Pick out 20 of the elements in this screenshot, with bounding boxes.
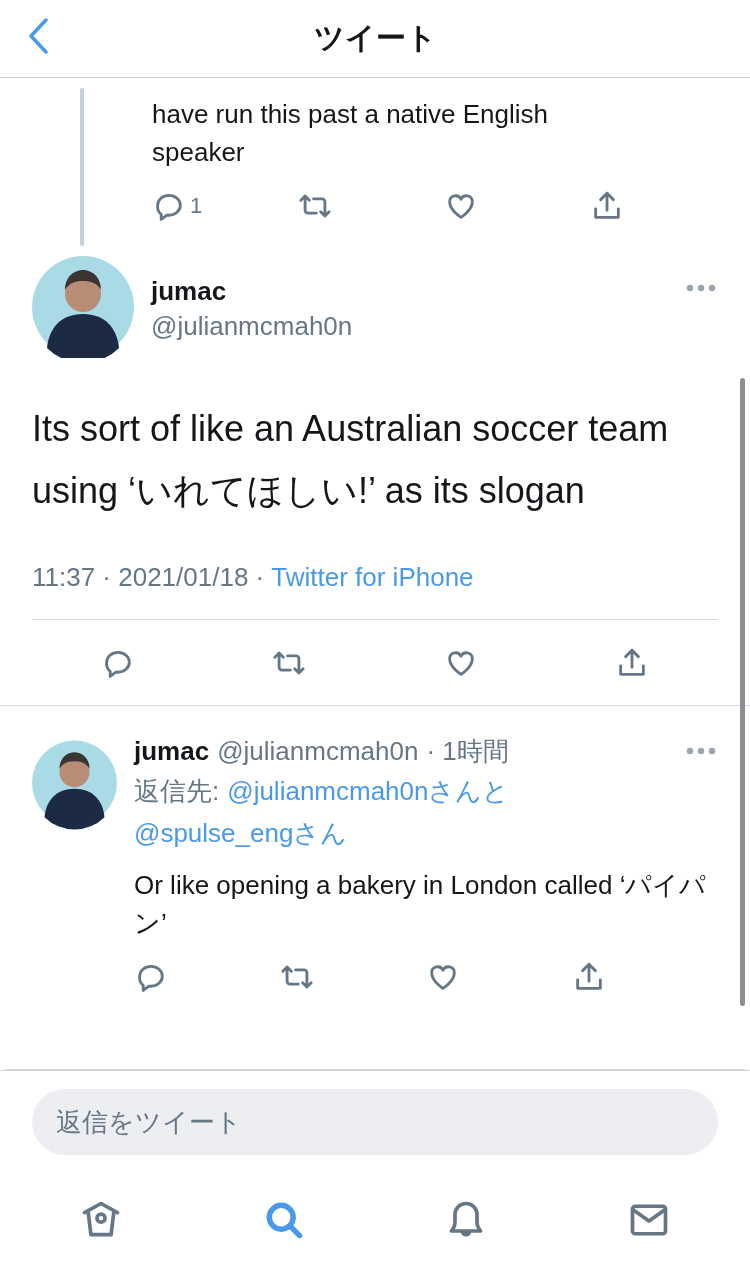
tweet-text: Or like opening a bakery in London called ‘パイパン’ [134, 869, 708, 940]
reply-count: 1 [190, 193, 203, 219]
avatar[interactable] [32, 256, 134, 358]
more-icon[interactable] [686, 747, 716, 755]
display-name[interactable]: jumac [151, 274, 669, 308]
screen-title: ツイート [313, 20, 437, 56]
tweet-text: have run this past a native English speaker [152, 98, 550, 169]
tweet-text: Its sort of like an Australian soccer team using ‘いれてほしい!’ as its slogan [32, 407, 670, 513]
more-icon[interactable] [686, 284, 716, 292]
source-link[interactable]: Twitter for iPhone [271, 562, 474, 593]
display-name[interactable]: jumac [134, 732, 210, 770]
reply-field[interactable]: 返信をツイート [32, 1089, 718, 1155]
reply-to-label: 返信先: [134, 775, 220, 808]
timestamp: 11:37 · 2021/01/18 · [32, 562, 265, 593]
mention-link[interactable]: @spulse_engさん [134, 812, 348, 854]
user-handle[interactable]: @julianmcmah0n [217, 732, 419, 770]
mention-link[interactable]: @julianmcmah0nさんと [227, 770, 510, 812]
time-ago: · 1時間 [426, 735, 509, 768]
scrollbar[interactable] [740, 378, 745, 1006]
user-handle[interactable]: @julianmcmah0n [151, 308, 669, 344]
